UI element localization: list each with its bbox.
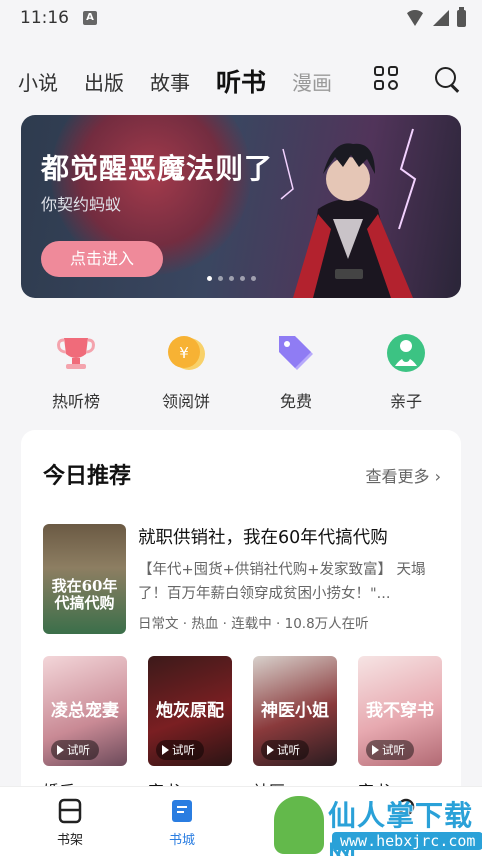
tab-story[interactable]: 故事	[150, 67, 190, 96]
book-cover[interactable]: 我不穿书 试听	[358, 656, 442, 766]
tab-label: 书城	[168, 833, 195, 848]
featured-book[interactable]: 我在60年代搞代购 就职供销社，我在60年代搞代购 【年代+囤货+供销社代购+发…	[43, 524, 443, 634]
recommend-heading: 今日推荐	[43, 464, 132, 489]
trophy-icon	[57, 338, 95, 369]
see-more-link[interactable]: 查看更多 ›	[365, 463, 441, 487]
tab-publishing[interactable]: 出版	[84, 67, 124, 96]
watermark-url: www.hebxjrc.com	[332, 832, 482, 850]
try-listen-button[interactable]: 试听	[261, 740, 309, 760]
book-cover-title: 凌总宠妻	[51, 701, 119, 721]
try-listen-button[interactable]: 试听	[51, 740, 99, 760]
book-cover[interactable]: 凌总宠妻 试听	[43, 656, 127, 766]
status-time: 11:16	[20, 8, 69, 28]
category-tabs: 小说 出版 故事 听书 漫画	[0, 58, 482, 104]
featured-cover: 我在60年代搞代购	[43, 524, 126, 634]
coin-icon: ¥	[168, 336, 205, 370]
status-indicators	[405, 6, 466, 27]
recommend-card: 今日推荐 查看更多 › 我在60年代搞代购 就职供销社，我在60年代搞代购 【年…	[21, 430, 461, 830]
banner-dot	[240, 276, 245, 281]
signal-icon	[433, 10, 449, 26]
family-icon	[387, 334, 425, 372]
entry-free[interactable]: 免费	[241, 332, 351, 412]
see-more-label: 查看更多	[365, 467, 430, 486]
tab-label: 书架	[56, 833, 83, 848]
chevron-right-icon: ›	[434, 467, 441, 486]
entry-family[interactable]: 亲子	[351, 332, 461, 412]
book-cover-title: 我不穿书	[366, 701, 434, 721]
site-watermark: 仙人掌下载网 www.hebxjrc.com	[268, 792, 482, 856]
banner-dot	[207, 276, 212, 281]
entry-hot-list[interactable]: 热听榜	[21, 332, 131, 412]
entry-label: 免费	[279, 392, 312, 411]
tab-bookstore[interactable]: 书城	[126, 787, 238, 856]
banner-enter-button[interactable]: 点击进入	[41, 241, 163, 277]
entry-reading-coins[interactable]: ¥ 领阅饼	[131, 332, 241, 412]
try-listen-button[interactable]: 试听	[366, 740, 414, 760]
cactus-logo-icon	[274, 796, 324, 854]
status-bar: 11:16 A	[0, 0, 482, 36]
try-listen-button[interactable]: 试听	[156, 740, 204, 760]
tab-comic[interactable]: 漫画	[292, 67, 332, 96]
tag-icon	[279, 336, 313, 370]
banner-title: 都觉醒恶魔法则了	[41, 152, 274, 185]
banner-dot	[229, 276, 234, 281]
banner-pagination	[207, 276, 256, 281]
book-cover-title: 神医小姐	[261, 701, 329, 721]
notification-icon: A	[83, 11, 97, 25]
book-cover-title: 炮灰原配	[156, 701, 224, 721]
battery-icon	[457, 6, 466, 27]
entry-label: 热听榜	[51, 392, 100, 411]
book-cover-row: 凌总宠妻 试听 炮灰原配 试听 神医小姐 试听 我不穿书 试听	[43, 656, 442, 766]
bookstore-icon	[172, 800, 192, 822]
entry-label: 亲子	[389, 392, 422, 411]
book-cover[interactable]: 炮灰原配 试听	[148, 656, 232, 766]
search-icon[interactable]	[434, 66, 460, 92]
book-cover[interactable]: 神医小姐 试听	[253, 656, 337, 766]
entry-label: 领阅饼	[161, 392, 210, 411]
banner-subtitle: 你契约蚂蚁	[41, 195, 122, 214]
banner-dot	[218, 276, 223, 281]
quick-entries: 热听榜 ¥ 领阅饼 免费 亲子	[0, 332, 482, 412]
banner-dot	[251, 276, 256, 281]
tab-novel[interactable]: 小说	[18, 67, 58, 96]
banner-character-illustration	[280, 128, 417, 298]
svg-text:¥: ¥	[179, 344, 189, 362]
grid-search-icon[interactable]	[374, 66, 400, 92]
bookshelf-icon	[58, 798, 82, 824]
tab-audiobook[interactable]: 听书	[216, 63, 266, 99]
top-nav-actions	[374, 66, 460, 92]
promo-banner[interactable]: 都觉醒恶魔法则了 你契约蚂蚁 点击进入	[21, 115, 461, 298]
featured-cover-title: 我在60年代搞代购	[51, 577, 118, 612]
wifi-icon	[405, 10, 425, 26]
featured-title: 就职供销社，我在60年代搞代购	[138, 528, 388, 548]
featured-description: 【年代+囤货+供销社代购+发家致富】 天塌了！百万年薪白领穿成贫困小捞女！"..…	[138, 562, 426, 602]
tab-bookshelf[interactable]: 书架	[14, 787, 126, 856]
featured-meta: 日常文 · 热血 · 连载中 · 10.8万人在听	[138, 616, 369, 632]
